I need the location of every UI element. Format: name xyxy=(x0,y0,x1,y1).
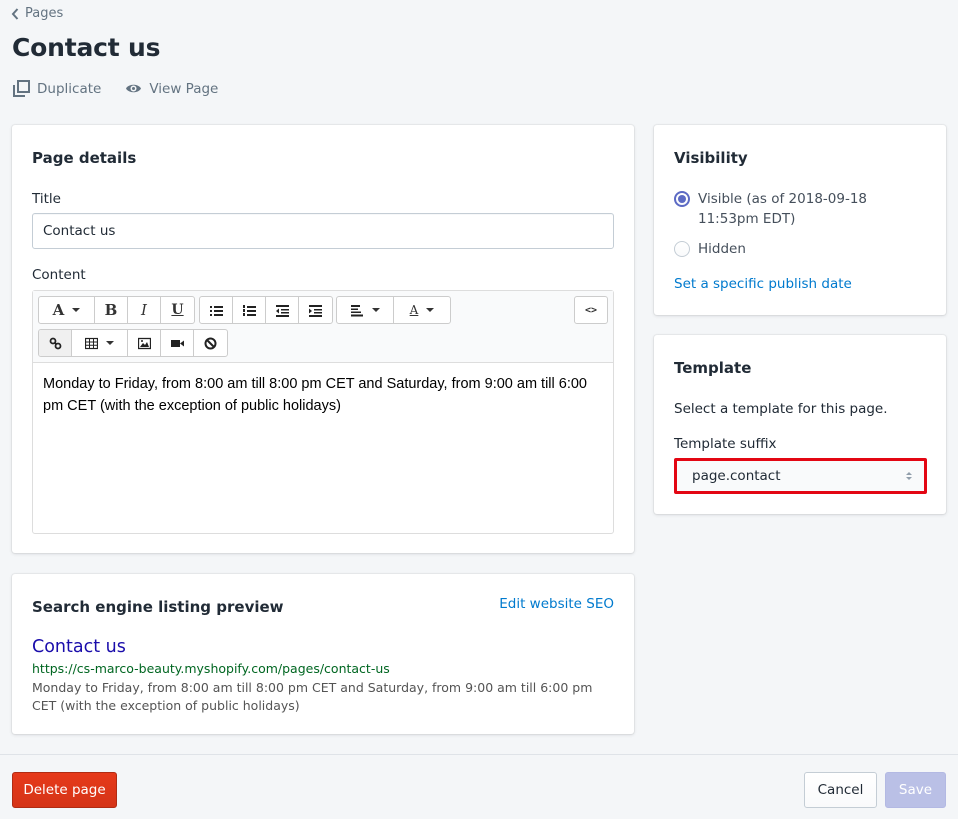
breadcrumb-pages[interactable]: Pages xyxy=(11,6,63,21)
visibility-title: Visibility xyxy=(674,149,748,167)
block-icon xyxy=(204,337,217,349)
numbered-list-button[interactable] xyxy=(233,297,266,323)
seo-preview-description: Monday to Friday, from 8:00 am till 8:00… xyxy=(32,680,593,713)
hidden-radio[interactable] xyxy=(674,241,690,257)
content-label: Content xyxy=(32,267,86,283)
visible-radio[interactable] xyxy=(674,191,690,207)
chevron-left-icon xyxy=(11,7,19,20)
page-details-title: Page details xyxy=(32,149,137,167)
duplicate-icon xyxy=(13,80,30,97)
set-publish-date-link[interactable]: Set a specific publish date xyxy=(674,276,852,292)
eye-icon xyxy=(126,84,142,93)
bullet-list-button[interactable] xyxy=(200,297,233,323)
cancel-button[interactable]: Cancel xyxy=(804,772,877,808)
select-arrows-icon xyxy=(906,472,912,480)
template-description: Select a template for this page. xyxy=(674,401,888,417)
underline-icon: U xyxy=(171,302,184,318)
template-title: Template xyxy=(674,359,752,377)
hidden-label: Hidden xyxy=(698,241,746,257)
outdent-button[interactable] xyxy=(266,297,299,323)
italic-button[interactable]: I xyxy=(128,297,161,323)
visibility-card: Visibility Visible (as of 2018-09-18 11:… xyxy=(654,125,946,315)
link-button[interactable] xyxy=(39,330,72,356)
template-suffix-label: Template suffix xyxy=(674,436,777,452)
table-dropdown[interactable] xyxy=(72,330,128,356)
align-color-group: A xyxy=(336,296,451,324)
seo-preview-url: https://cs-marco-beauty.myshopify.com/pa… xyxy=(32,661,390,676)
visible-option[interactable]: Visible (as of 2018-09-18 11:53pm EDT) xyxy=(674,189,928,229)
align-left-icon xyxy=(350,304,363,316)
view-page-button[interactable]: View Page xyxy=(125,80,218,97)
page-title: Contact us xyxy=(12,33,161,62)
edit-seo-link[interactable]: Edit website SEO xyxy=(499,596,614,612)
breadcrumb-label: Pages xyxy=(25,6,64,21)
table-icon xyxy=(85,337,98,349)
hidden-option[interactable]: Hidden xyxy=(674,239,928,259)
video-icon xyxy=(170,339,184,347)
indent-icon xyxy=(309,304,322,317)
text-color-icon: A xyxy=(409,303,419,317)
html-source-button[interactable]: <> xyxy=(575,297,607,323)
seo-preview-card: Search engine listing preview Edit websi… xyxy=(12,574,634,734)
view-page-label: View Page xyxy=(149,80,219,97)
align-dropdown[interactable] xyxy=(337,297,394,323)
text-color-dropdown[interactable]: A xyxy=(394,297,450,323)
title-label: Title xyxy=(32,191,61,207)
underline-button[interactable]: U xyxy=(161,297,194,323)
indent-button[interactable] xyxy=(299,297,332,323)
template-suffix-select[interactable]: page.contact xyxy=(674,458,927,494)
title-input[interactable] xyxy=(32,213,614,249)
source-group: <> xyxy=(574,296,608,324)
bold-icon: B xyxy=(104,301,118,319)
bold-button[interactable]: B xyxy=(95,297,128,323)
duplicate-label: Duplicate xyxy=(37,80,102,97)
text-style-group: A B I U xyxy=(38,296,195,324)
delete-page-button[interactable]: Delete page xyxy=(12,772,117,808)
image-icon xyxy=(137,337,151,349)
numbered-list-icon xyxy=(242,304,256,316)
editor-content[interactable]: Monday to Friday, from 8:00 am till 8:00… xyxy=(33,363,613,427)
duplicate-button[interactable]: Duplicate xyxy=(13,80,101,97)
image-button[interactable] xyxy=(128,330,161,356)
code-icon: <> xyxy=(584,304,598,316)
editor-toolbar: A B I U A <> xyxy=(33,291,613,363)
seo-preview-title: Contact us xyxy=(32,637,126,657)
format-icon: A xyxy=(52,301,65,319)
format-dropdown[interactable]: A xyxy=(39,297,95,323)
template-card: Template Select a template for this page… xyxy=(654,335,946,514)
video-button[interactable] xyxy=(161,330,194,356)
clear-formatting-button[interactable] xyxy=(194,330,227,356)
seo-card-title: Search engine listing preview xyxy=(32,598,284,616)
visible-label: Visible (as of 2018-09-18 11:53pm EDT) xyxy=(698,191,868,227)
save-button[interactable]: Save xyxy=(885,772,946,808)
insert-group xyxy=(38,329,228,357)
outdent-icon xyxy=(275,304,289,317)
italic-icon: I xyxy=(141,301,147,319)
link-icon xyxy=(49,337,61,349)
template-suffix-value: page.contact xyxy=(692,468,781,484)
footer-divider xyxy=(0,754,958,755)
page-details-card: Page details Title Content A B I U xyxy=(12,125,634,553)
page-actions: Duplicate View Page xyxy=(13,80,218,97)
list-group xyxy=(199,296,333,324)
rich-text-editor: A B I U A <> Monday to Friday, from 8:00… xyxy=(32,290,614,534)
bullet-list-icon xyxy=(209,305,223,316)
